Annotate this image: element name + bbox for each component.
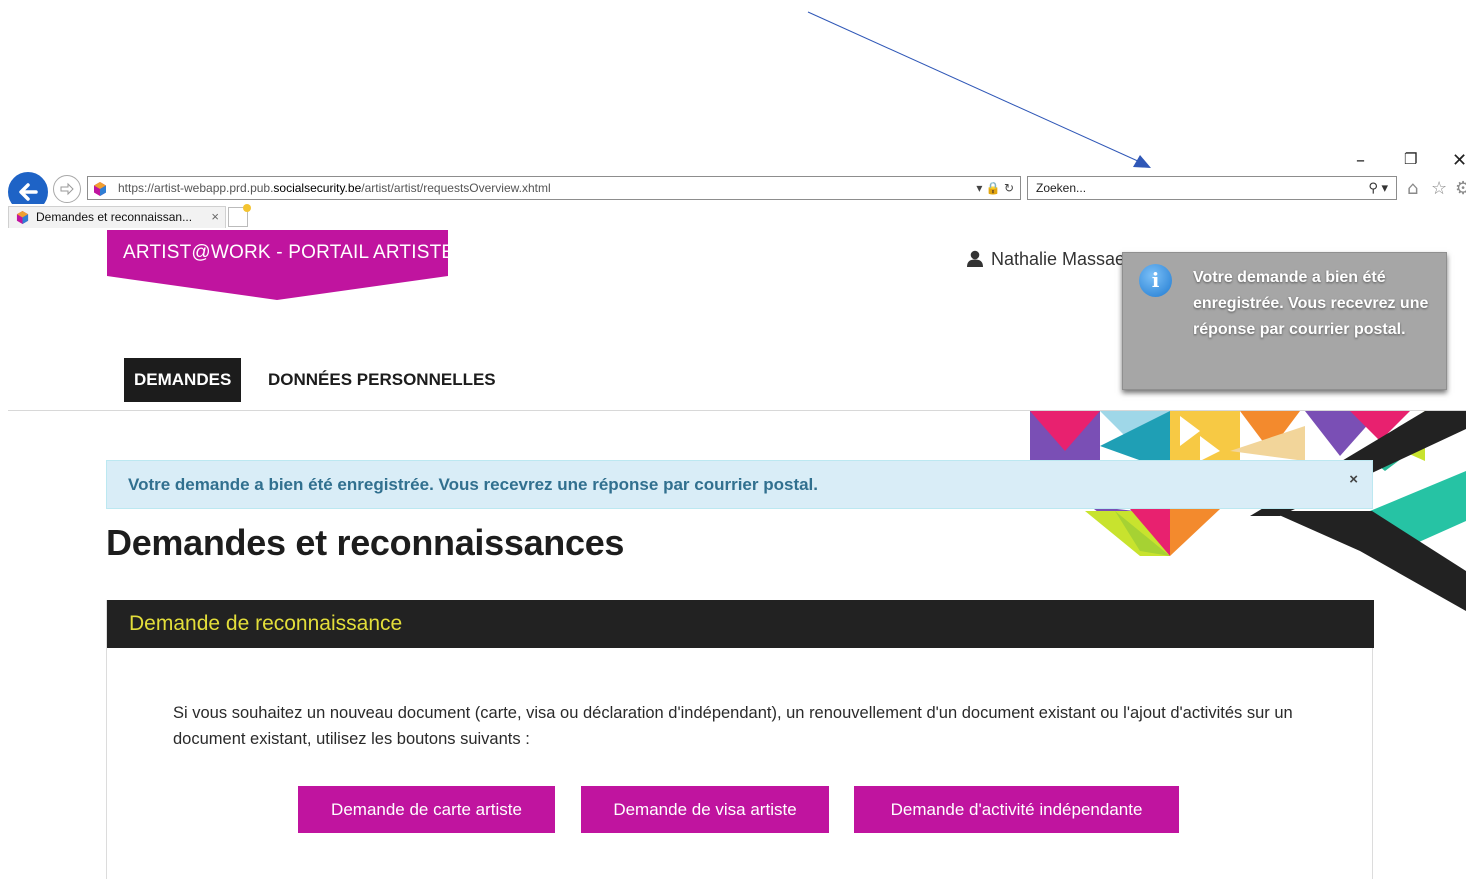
panel-header: Demande de reconnaissance: [107, 600, 1374, 648]
portal-banner-shape: [107, 230, 448, 300]
tab-close-icon[interactable]: ×: [211, 207, 219, 227]
toast-notification[interactable]: i Votre demande a bien été enregistrée. …: [1122, 252, 1447, 390]
favorites-icon[interactable]: ☆: [1431, 178, 1447, 199]
back-arrow-icon: [19, 183, 38, 201]
forward-arrow-icon: [60, 182, 74, 196]
forward-button[interactable]: [53, 175, 81, 203]
browser-tab[interactable]: Demandes et reconnaissan... ×: [8, 206, 226, 228]
site-favicon-icon: [94, 182, 106, 196]
nav-item-demandes[interactable]: DEMANDES: [124, 358, 242, 402]
search-icon[interactable]: ⚲ ▾: [1368, 177, 1388, 199]
minimize-button[interactable]: –: [1356, 150, 1365, 171]
annotation-arrow: [807, 11, 1151, 168]
panel-title: Demande de reconnaissance: [129, 612, 403, 635]
nav-item-donnees-personnelles[interactable]: DONNÉES PERSONNELLES: [268, 358, 496, 402]
user-name: Nathalie Massae: [991, 249, 1126, 269]
request-artist-card-button[interactable]: Demande de carte artiste: [298, 786, 555, 833]
request-independent-activity-button[interactable]: Demande d'activité indépendante: [854, 786, 1179, 833]
home-icon[interactable]: ⌂: [1407, 178, 1418, 199]
decorative-artwork: [1030, 411, 1466, 611]
alert-message: Votre demande a bien été enregistrée. Vo…: [128, 475, 819, 494]
new-tab-button[interactable]: [228, 204, 251, 227]
recognition-panel: Demande de reconnaissance Si vous souhai…: [106, 600, 1374, 879]
browser-navbar: https://artist-webapp.prd.pub.socialsecu…: [0, 170, 1466, 212]
request-artist-visa-button[interactable]: Demande de visa artiste: [581, 786, 829, 833]
restore-button[interactable]: ❐: [1404, 150, 1417, 168]
search-input[interactable]: Zoeken... ⚲ ▾: [1027, 176, 1397, 200]
close-window-button[interactable]: ✕: [1452, 150, 1466, 171]
url-text: https://artist-webapp.prd.pub.socialsecu…: [118, 181, 551, 195]
success-alert: Votre demande a bien été enregistrée. Vo…: [106, 460, 1373, 509]
alert-close-icon[interactable]: ×: [1349, 471, 1358, 488]
gear-icon[interactable]: ⚙: [1455, 178, 1466, 199]
toast-message: Votre demande a bien été enregistrée. Vo…: [1193, 269, 1429, 338]
portal-banner[interactable]: ARTIST@WORK - PORTAIL ARTISTE: [107, 230, 454, 300]
panel-description: Si vous souhaitez un nouveau document (c…: [173, 704, 1293, 748]
screen: – ❐ ✕ https://artist-webapp.prd.pub.soci…: [0, 0, 1466, 879]
page-title: Demandes et reconnaissances: [106, 522, 625, 563]
portal-title: ARTIST@WORK - PORTAIL ARTISTE: [123, 242, 455, 263]
address-bar[interactable]: https://artist-webapp.prd.pub.socialsecu…: [87, 176, 1021, 200]
tab-favicon-icon: [16, 211, 29, 224]
address-bar-tools[interactable]: ▾ 🔒 ↻: [976, 177, 1014, 199]
user-menu[interactable]: Nathalie Massae: [967, 249, 1125, 270]
search-placeholder: Zoeken...: [1036, 181, 1087, 195]
tab-title: Demandes et reconnaissan...: [36, 210, 193, 224]
info-icon: i: [1139, 264, 1172, 297]
tab-bar: Demandes et reconnaissan... ×: [0, 204, 1466, 230]
user-icon: [967, 250, 983, 267]
